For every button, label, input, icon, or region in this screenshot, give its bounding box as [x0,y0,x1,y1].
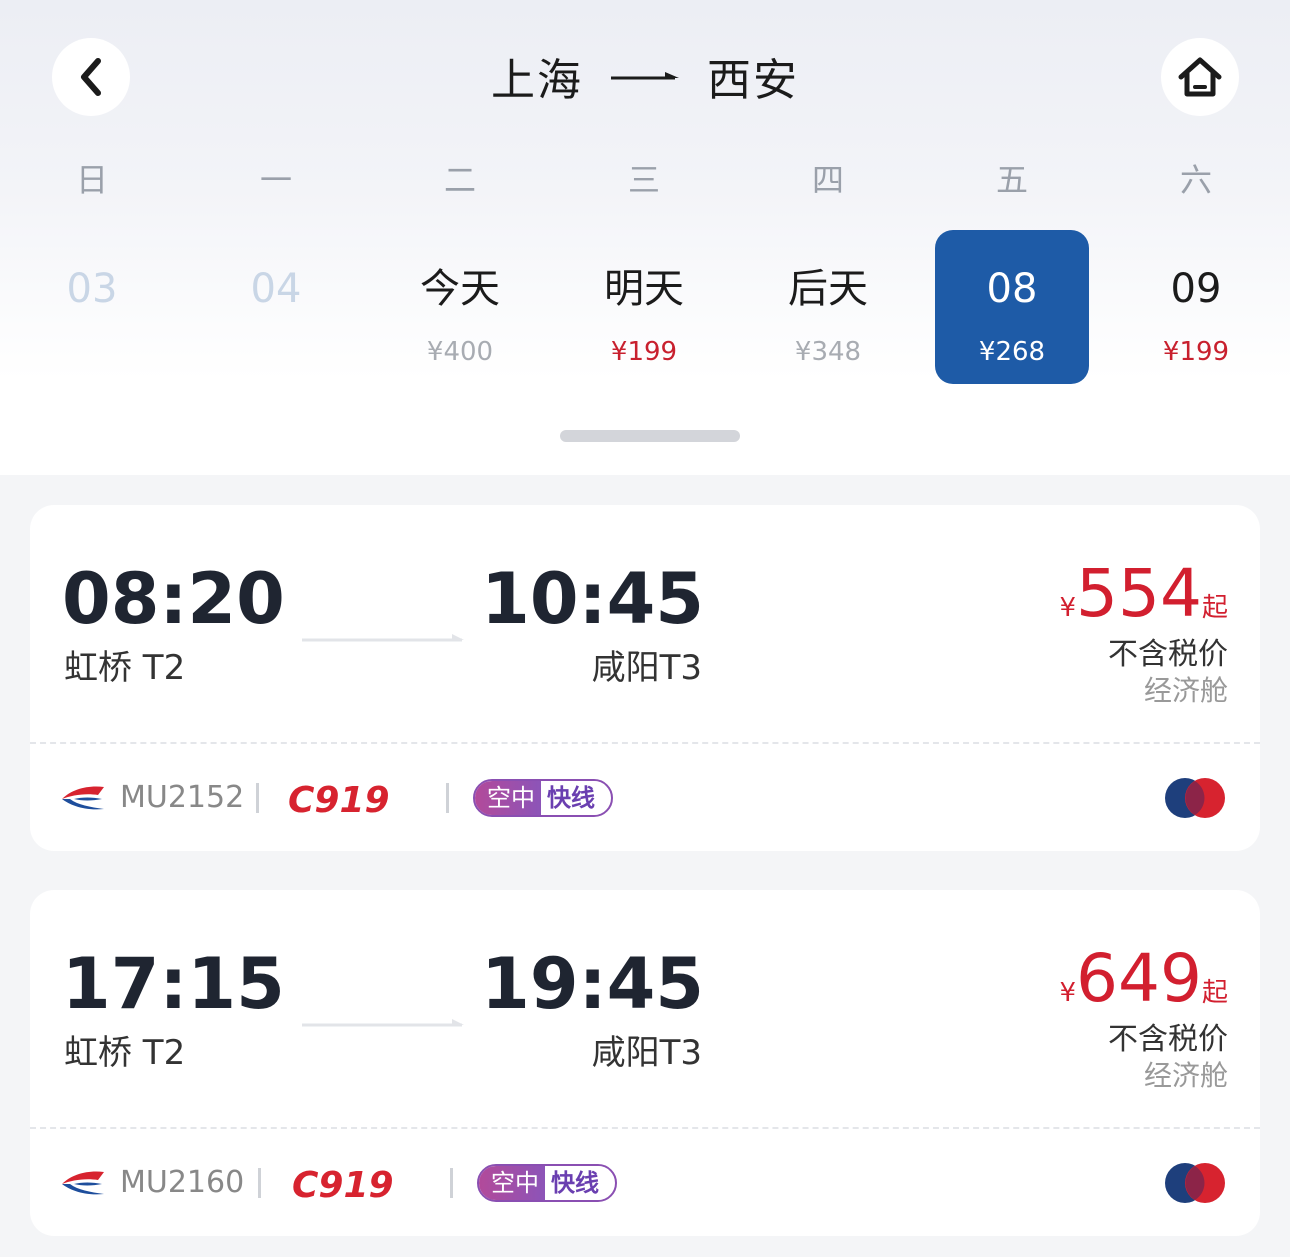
divider [30,1127,1260,1129]
date-label: 后天 [788,266,868,312]
card-scheme-icon [1165,1163,1225,1203]
route-title: 上海 西安 [0,46,1290,106]
flight-arrow-icon [302,1019,464,1027]
date-label: 明天 [604,266,684,312]
date-cell-today[interactable]: 今天 ¥400 [383,230,537,384]
origin-city: 上海 [491,55,583,106]
weekday-label: 六 [1179,161,1212,199]
separator [450,1168,453,1198]
date-price: ¥268 [978,337,1046,367]
cabin-class: 经济舱 [1143,1059,1228,1092]
flight-card[interactable]: 17:15 虹桥 T2 19:45 咸阳T3 ¥649起 不含税价 经济舱 MU… [30,890,1260,1236]
express-badge: 空中 快线 [477,1164,617,1202]
date-selector-panel: 上海 西安 日 一 二 三 四 五 六 03 04 今天 ¥400 明天 ¥19… [0,0,1290,475]
badge-part1: 空中 [479,1166,545,1200]
china-eastern-logo-icon [62,1171,104,1195]
date-label: 09 [1170,266,1222,312]
flight-card[interactable]: 08:20 虹桥 T2 10:45 咸阳T3 ¥554起 不含税价 经济舱 MU… [30,505,1260,851]
currency-symbol: ¥ [1059,978,1076,1008]
date-price: ¥199 [610,337,678,367]
separator [258,1168,261,1198]
weekday-label: 三 [627,161,660,199]
card-scheme-icon [1165,778,1225,818]
route-arrow-icon [611,72,679,80]
cabin-class: 经济舱 [1143,674,1228,707]
departure-airport: 虹桥 T2 [64,1033,186,1073]
divider [30,742,1260,744]
aircraft-type-label: C919 [292,1165,394,1204]
date-row: 03 04 今天 ¥400 明天 ¥199 后天 ¥348 08 ¥268 09… [0,230,1290,384]
destination-city: 西安 [707,55,799,106]
price: ¥649起 [1059,944,1228,1014]
badge-part2: 快线 [545,1166,609,1200]
departure-time: 08:20 [62,558,285,640]
date-label: 08 [986,266,1038,312]
china-eastern-logo-icon [62,786,104,810]
date-label: 03 [66,266,118,312]
express-badge: 空中 快线 [473,779,613,817]
badge-part2: 快线 [541,781,605,815]
date-price: ¥199 [1162,337,1230,367]
arrival-time: 10:45 [481,558,704,640]
date-cell-09[interactable]: 09 ¥199 [1119,230,1273,384]
aircraft-type-c919: C919 [288,780,390,819]
home-button[interactable] [1161,38,1239,116]
flight-number: MU2152 [120,780,245,815]
arrival-airport: 咸阳T3 [591,648,702,688]
arrival-time: 19:45 [481,943,704,1025]
weekday-label: 五 [995,161,1028,199]
price-suffix: 起 [1201,978,1228,1008]
flight-number: MU2160 [120,1165,245,1200]
departure-time: 17:15 [62,943,285,1025]
price-amount: 554 [1076,555,1202,632]
date-cell-04: 04 [199,230,353,384]
date-cell-day-after[interactable]: 后天 ¥348 [751,230,905,384]
weekday-row: 日 一 二 三 四 五 六 [0,155,1290,205]
date-cell-03: 03 [15,230,169,384]
date-label: 04 [250,266,302,312]
separator [256,783,259,813]
price-suffix: 起 [1201,593,1228,623]
date-cell-tomorrow[interactable]: 明天 ¥199 [567,230,721,384]
weekday-label: 日 [75,161,108,199]
aircraft-type-label: C919 [288,780,390,819]
home-icon [1178,57,1222,97]
date-label: 今天 [420,266,500,312]
weekday-label: 一 [259,161,292,199]
drag-handle[interactable] [560,430,740,442]
date-cell-08-selected[interactable]: 08 ¥268 [935,230,1089,384]
tax-note: 不含税价 [1108,1022,1228,1057]
aircraft-type-c919: C919 [292,1165,394,1204]
weekday-label: 四 [811,161,844,199]
date-price: ¥348 [794,337,862,367]
date-price: ¥400 [426,337,494,367]
weekday-label: 二 [443,161,476,199]
currency-symbol: ¥ [1059,593,1076,623]
price-amount: 649 [1076,940,1202,1017]
tax-note: 不含税价 [1108,637,1228,672]
price: ¥554起 [1059,559,1228,629]
badge-part1: 空中 [475,781,541,815]
flight-arrow-icon [302,634,464,642]
departure-airport: 虹桥 T2 [64,648,186,688]
arrival-airport: 咸阳T3 [591,1033,702,1073]
separator [446,783,449,813]
